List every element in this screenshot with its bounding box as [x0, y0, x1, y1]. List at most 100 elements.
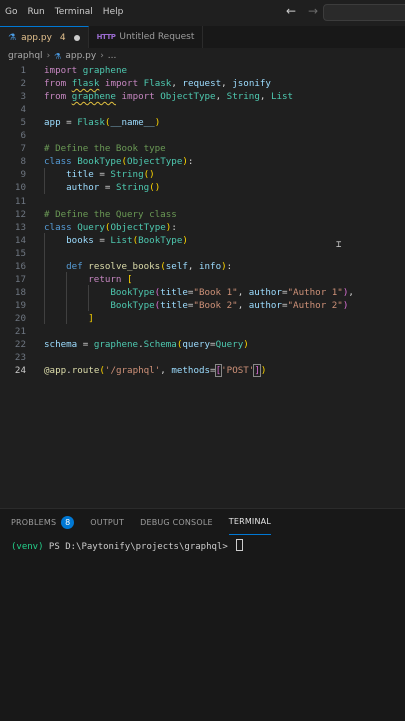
code-text: BookType(title="Book 1", author="Author …: [44, 286, 354, 299]
code-text: app = Flask(__name__): [44, 116, 160, 129]
back-arrow-icon[interactable]: ←: [284, 4, 298, 18]
code-token: Flask: [143, 78, 172, 90]
code-line[interactable]: 3 from graphene import ObjectType, String…: [0, 90, 405, 103]
code-line[interactable]: 13 class Query(ObjectType):: [0, 221, 405, 234]
code-token: String: [110, 169, 144, 181]
code-text: import graphene: [44, 64, 127, 77]
line-number: 21: [14, 326, 26, 337]
code-token: BookType: [110, 299, 155, 311]
chevron-right-icon: ›: [100, 51, 104, 61]
unsaved-dot-icon[interactable]: [73, 34, 80, 41]
python-file-icon: ⚗: [8, 32, 17, 43]
code-token: (): [143, 169, 155, 181]
menu-help[interactable]: Help: [98, 7, 129, 17]
line-number: 7: [20, 143, 26, 155]
code-token: ): [154, 117, 161, 129]
code-token: graphene: [93, 339, 139, 351]
code-line[interactable]: 5 app = Flask(__name__): [0, 116, 405, 129]
breadcrumb-folder[interactable]: graphql: [8, 51, 43, 61]
code-token: app: [44, 117, 61, 129]
code-line[interactable]: 4: [0, 103, 405, 116]
nav-arrows: ← →: [284, 4, 320, 18]
code-token: class: [44, 221, 72, 233]
code-token: ): [260, 365, 267, 377]
code-line[interactable]: 8 class BookType(ObjectType):: [0, 155, 405, 168]
code-token: title: [160, 299, 188, 311]
code-token: =: [93, 234, 111, 246]
menu-go[interactable]: Go: [0, 7, 22, 17]
code-token: [: [127, 273, 133, 285]
code-token: ,: [221, 78, 233, 90]
command-center-search[interactable]: [323, 4, 405, 21]
code-line[interactable]: 21: [0, 325, 405, 338]
tab-problems[interactable]: PROBLEMS 8: [11, 509, 75, 535]
tab-output[interactable]: OUTPUT: [90, 509, 124, 535]
tab-terminal[interactable]: TERMINAL: [228, 509, 272, 535]
chevron-right-icon: ›: [46, 51, 51, 61]
code-text: ]: [44, 312, 94, 325]
code-line[interactable]: 23: [0, 351, 405, 364]
code-token: Query: [215, 339, 244, 351]
code-token: ,: [160, 365, 172, 377]
code-line[interactable]: 17 return [: [0, 273, 405, 286]
terminal-prompt-line[interactable]: (venv) PS D:\Paytonify\projects\graphql>: [11, 539, 244, 552]
code-line[interactable]: 15: [0, 247, 405, 260]
code-line[interactable]: 2 from flask import Flask, request, jsoni…: [0, 77, 405, 90]
menu-terminal[interactable]: Terminal: [50, 7, 98, 17]
code-token: def: [66, 260, 83, 272]
code-line[interactable]: 9 title = String(): [0, 168, 405, 181]
line-number: 8: [20, 156, 26, 168]
breadcrumb-more[interactable]: ...: [108, 51, 117, 61]
problems-badge: 8: [61, 515, 75, 529]
menu-run[interactable]: Run: [22, 7, 49, 17]
code-token: query: [182, 339, 211, 351]
code-text: from flask import Flask, request, jsonif…: [44, 77, 271, 90]
breadcrumb-file[interactable]: app.py: [65, 51, 96, 61]
code-token: import: [44, 65, 78, 76]
code-token: BookType: [110, 286, 155, 298]
tab-problems-label: PROBLEMS: [11, 517, 57, 527]
code-token: ,: [237, 286, 249, 298]
terminal-cursor: [236, 539, 244, 551]
code-token: ,: [215, 91, 227, 103]
code-token: request: [182, 78, 222, 90]
code-token: :: [171, 221, 177, 233]
code-line[interactable]: 1 import graphene: [0, 64, 405, 77]
code-text: class Query(ObjectType):: [44, 221, 177, 234]
code-line[interactable]: 19 BookType(title="Book 2", author="Auth…: [0, 299, 405, 312]
code-line[interactable]: 16 def resolve_books(self, info):: [0, 260, 405, 273]
tab-debug-console[interactable]: DEBUG CONSOLE: [140, 509, 213, 535]
code-line[interactable]: 10 author = String(): [0, 181, 405, 194]
code-line[interactable]: 20 ]: [0, 312, 405, 325]
code-line[interactable]: 18 BookType(title="Book 1", author="Auth…: [0, 286, 405, 299]
code-line[interactable]: 14 books = List(BookType): [0, 234, 405, 247]
code-line[interactable]: 7 # Define the Book type: [0, 142, 405, 155]
code-token: =: [60, 117, 78, 129]
code-token: class: [44, 156, 72, 168]
line-number: 14: [14, 234, 26, 246]
code-token: :: [187, 156, 194, 168]
code-line[interactable]: 24 @app.route('/graphql', methods=['POST'…: [0, 364, 405, 378]
code-line[interactable]: 6: [0, 129, 405, 142]
code-line[interactable]: 12 # Define the Query class: [0, 208, 405, 221]
code-text: def resolve_books(self, info):: [44, 260, 232, 273]
code-token: return: [88, 273, 122, 285]
line-number: 23: [14, 352, 26, 364]
line-number: 24: [14, 365, 26, 377]
tab-untitled-request[interactable]: HTTP Untitled Request: [88, 26, 204, 48]
code-line[interactable]: 22 schema = graphene.Schema(query=Query): [0, 338, 405, 351]
code-line[interactable]: 11: [0, 195, 405, 208]
code-token: # Define the Book type: [44, 143, 166, 155]
line-number: 2: [20, 78, 26, 90]
code-token: ObjectType: [160, 91, 216, 103]
code-token: =: [99, 182, 116, 194]
menu-bar: Go Run Terminal Help ← →: [0, 0, 405, 24]
code-token: ObjectType: [127, 156, 183, 168]
forward-arrow-icon[interactable]: →: [306, 4, 320, 18]
tab-app-py[interactable]: ⚗ app.py 4: [0, 26, 89, 48]
code-token: @app: [44, 365, 67, 377]
code-editor[interactable]: ⌶ 1 import graphene 2 from flask import Fla…: [0, 64, 405, 504]
line-number: 9: [20, 169, 26, 181]
